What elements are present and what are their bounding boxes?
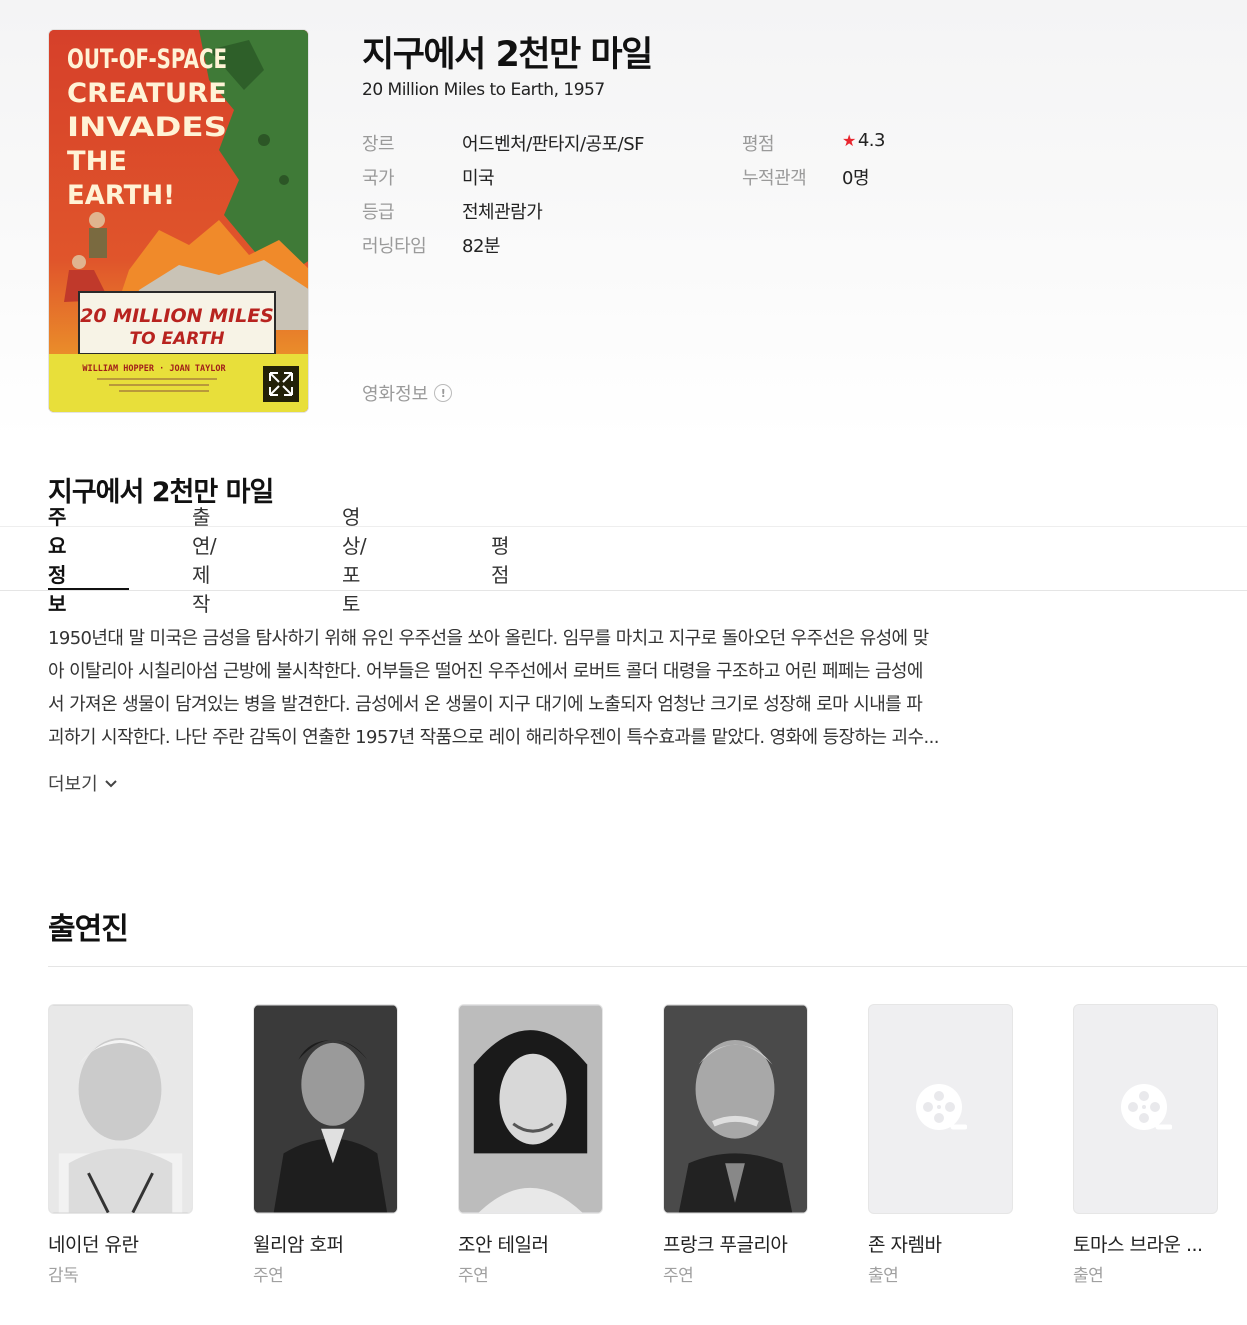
runtime-value: 82분 bbox=[462, 236, 500, 257]
movie-poster[interactable]: OUT-OF-SPACE CREATURE INVADES THE EARTH! 20 … bbox=[48, 29, 309, 413]
synopsis: 1950년대 말 미국은 금성을 탐사하기 위해 유인 우주선을 쏘아 올린다.… bbox=[48, 622, 1048, 754]
poster-headline-line: INVADES bbox=[67, 112, 227, 143]
poster-headline-line: THE bbox=[67, 146, 127, 177]
genre-value: 어드벤처/판타지/공포/SF bbox=[462, 134, 645, 155]
star-icon: ★ bbox=[842, 131, 856, 150]
grade-value: 전체관람가 bbox=[462, 202, 543, 223]
cast-photo bbox=[458, 1004, 603, 1214]
cast-role: 주연 bbox=[663, 1266, 694, 1286]
audience-label: 누적관객 bbox=[742, 168, 807, 189]
country-value: 미국 bbox=[462, 168, 495, 189]
movie-original-title-year: 20 Million Miles to Earth, 1957 bbox=[362, 80, 605, 100]
cast-role: 출연 bbox=[1073, 1266, 1104, 1286]
movie-title: 지구에서 2천만 마일 bbox=[362, 35, 653, 75]
synopsis-line: 아 이탈리아 시칠리아섬 근방에 불시착한다. 어부들은 떨어진 우주선에서 로… bbox=[48, 661, 923, 682]
chevron-down-icon bbox=[104, 780, 117, 788]
cast-role: 주연 bbox=[458, 1266, 489, 1286]
poster-title-line2: TO EARTH bbox=[130, 329, 225, 349]
cast-role: 출연 bbox=[868, 1266, 899, 1286]
film-reel-icon bbox=[915, 1084, 967, 1130]
tab-main-info[interactable]: 주요정보 bbox=[48, 505, 66, 616]
more-label: 더보기 bbox=[48, 774, 98, 795]
rating-label: 평점 bbox=[742, 134, 775, 155]
grade-label: 등급 bbox=[362, 202, 395, 223]
expand-button[interactable] bbox=[263, 366, 299, 402]
cast-card[interactable]: 네이던 유란 감독 bbox=[48, 1004, 194, 1286]
cast-photo-placeholder bbox=[868, 1004, 1013, 1214]
cast-name: 조안 테일러 bbox=[458, 1234, 549, 1256]
synopsis-line: 괴하기 시작한다. 나단 주란 감독이 연출한 1957년 작품으로 레이 해리… bbox=[48, 727, 939, 748]
divider bbox=[0, 590, 1247, 591]
cast-photo bbox=[48, 1004, 193, 1214]
runtime-label: 러닝타임 bbox=[362, 236, 427, 257]
cast-card[interactable]: 윌리암 호퍼 주연 bbox=[253, 1004, 399, 1286]
cast-photo-placeholder bbox=[1073, 1004, 1218, 1214]
cast-name: 윌리암 호퍼 bbox=[253, 1234, 344, 1256]
rating-value-wrap: ★ 4.3 bbox=[842, 130, 885, 151]
rating-value: 4.3 bbox=[857, 130, 886, 151]
cast-name: 프랑크 푸글리아 bbox=[663, 1234, 788, 1256]
cast-card[interactable]: 존 자렘바 출연 bbox=[868, 1004, 1014, 1286]
movie-info-link[interactable]: 영화정보 ! bbox=[362, 380, 453, 406]
cast-name: 존 자렘바 bbox=[868, 1234, 942, 1256]
divider bbox=[48, 966, 1247, 967]
poster-headline-line: OUT-OF-SPACE bbox=[67, 44, 227, 75]
cast-card[interactable]: 프랑크 푸글리아 주연 bbox=[663, 1004, 809, 1286]
cast-role: 주연 bbox=[253, 1266, 284, 1286]
poster-headline-line: CREATURE bbox=[67, 78, 227, 109]
country-label: 국가 bbox=[362, 168, 395, 189]
cast-role: 감독 bbox=[48, 1266, 79, 1286]
section-title: 지구에서 2천만 마일 bbox=[48, 477, 274, 508]
expand-icon bbox=[269, 372, 293, 396]
film-reel-icon bbox=[1120, 1084, 1172, 1130]
cast-photo bbox=[253, 1004, 398, 1214]
poster-headline-line: EARTH! bbox=[67, 180, 175, 211]
cast-card[interactable]: 조안 테일러 주연 bbox=[458, 1004, 604, 1286]
tab-cast-crew[interactable]: 출연/제작 bbox=[192, 505, 217, 616]
poster-starring: WILLIAM HOPPER · JOAN TAYLOR bbox=[82, 364, 226, 374]
cast-card[interactable]: 토마스 브라운 ... 출연 bbox=[1073, 1004, 1219, 1286]
divider bbox=[0, 526, 1247, 527]
cast-name: 토마스 브라운 ... bbox=[1073, 1234, 1203, 1256]
cast-section-title: 출연진 bbox=[48, 912, 129, 947]
tab-reviews[interactable]: 평점 bbox=[491, 527, 509, 591]
synopsis-line: 서 가져온 생물이 담겨있는 병을 발견한다. 금성에서 온 생물이 지구 대기… bbox=[48, 694, 923, 715]
movie-info-label: 영화정보 bbox=[362, 384, 429, 405]
audience-value: 0명 bbox=[842, 168, 870, 189]
cast-name: 네이던 유란 bbox=[48, 1234, 139, 1256]
poster-title-line1: 20 MILLION MILES bbox=[80, 305, 274, 327]
synopsis-line: 1950년대 말 미국은 금성을 탐사하기 위해 유인 우주선을 쏘아 올린다.… bbox=[48, 628, 929, 649]
genre-label: 장르 bbox=[362, 134, 395, 155]
tab-video-photo[interactable]: 영상/포토 bbox=[342, 505, 367, 616]
info-icon: ! bbox=[434, 384, 453, 402]
cast-photo bbox=[663, 1004, 808, 1214]
more-button[interactable]: 더보기 bbox=[48, 770, 118, 796]
